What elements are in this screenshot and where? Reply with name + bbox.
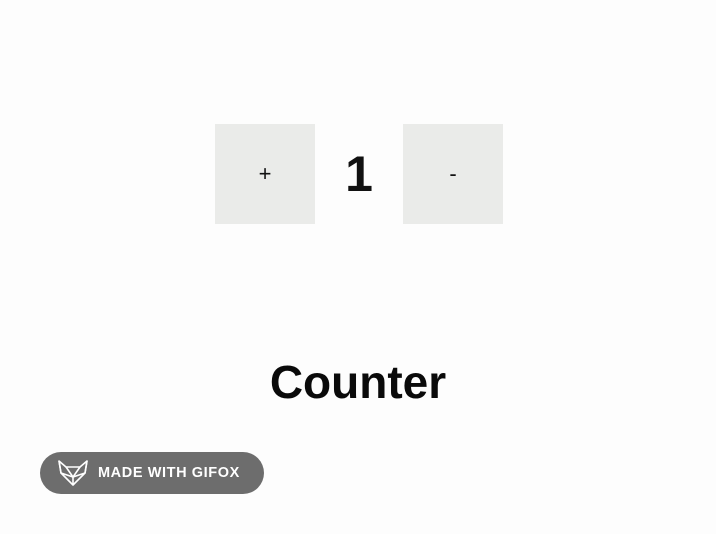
page-title: Counter xyxy=(269,356,447,408)
decrement-button[interactable]: - xyxy=(403,124,503,224)
fox-logo-icon xyxy=(57,459,89,487)
badge-label: MADE WITH GIFOX xyxy=(98,465,240,481)
made-with-gifox-badge[interactable]: MADE WITH GIFOX xyxy=(40,452,264,494)
counter-controls: + 1 - xyxy=(215,124,503,224)
increment-button[interactable]: + xyxy=(215,124,315,224)
counter-value: 1 xyxy=(345,146,373,202)
